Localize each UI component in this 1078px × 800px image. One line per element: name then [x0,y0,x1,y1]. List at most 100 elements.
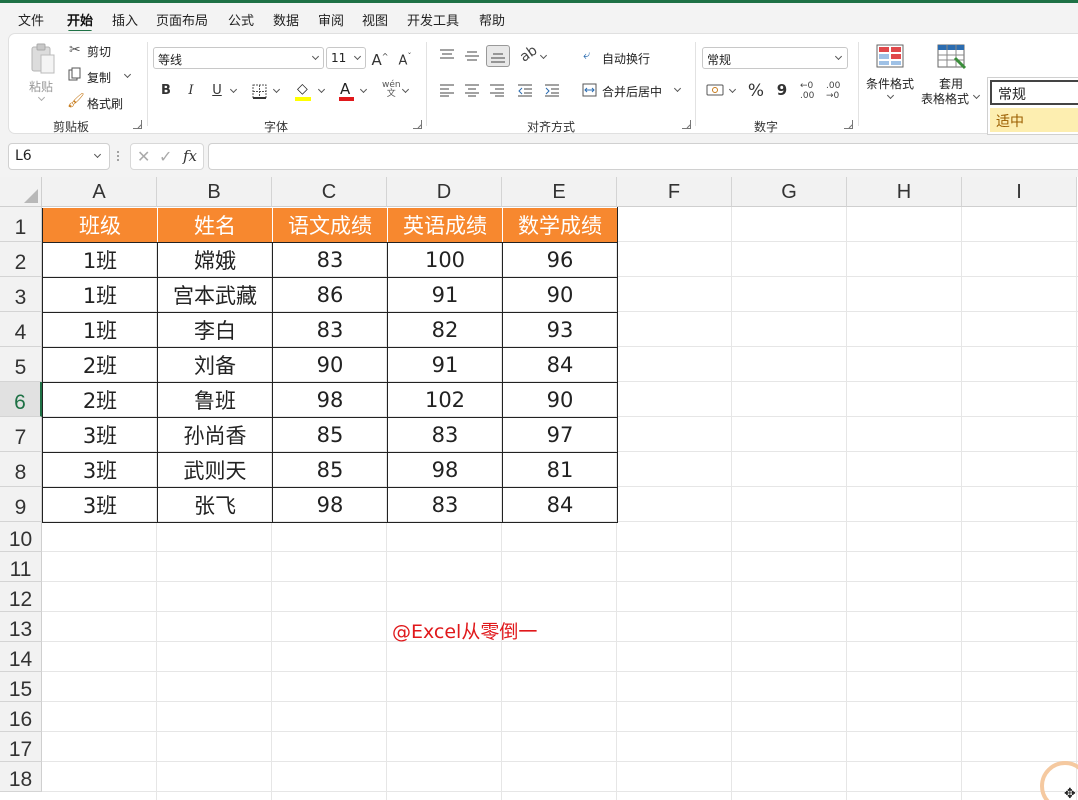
column-header-e[interactable]: E [502,177,617,207]
conditional-formatting-dropdown-icon[interactable] [886,91,895,100]
style-neutral[interactable]: 适中 [990,108,1078,132]
number-format-combo[interactable]: 常规 [702,47,848,69]
font-color-icon[interactable]: A [340,80,350,98]
cell[interactable]: 90 [272,347,388,383]
shrink-font-button[interactable]: Aˇ [394,46,416,68]
copy-button[interactable]: 复制 [87,69,111,86]
accounting-dropdown-icon[interactable] [728,85,737,94]
name-box[interactable]: L6 [8,143,110,170]
cell[interactable]: 86 [272,277,388,313]
row-header-5[interactable]: 5 [0,347,42,382]
orientation-icon[interactable]: ab [517,42,540,65]
tab-file[interactable]: 文件 [18,10,44,29]
cell[interactable]: 98 [272,382,388,418]
row-header-2[interactable]: 2 [0,242,42,277]
tab-help[interactable]: 帮助 [479,10,505,29]
fill-color-dropdown-icon[interactable] [317,85,326,94]
cell[interactable]: 嫦娥 [157,242,273,278]
header-cell[interactable]: 姓名 [157,207,273,243]
cell[interactable]: 91 [387,347,503,383]
enter-icon[interactable]: ✓ [159,147,172,166]
increase-decimal-icon[interactable]: ←0 .00 [800,81,814,101]
cell[interactable]: 84 [502,347,618,383]
cell[interactable]: 83 [387,487,503,523]
row-header-1[interactable]: 1 [0,207,42,242]
decrease-indent-icon[interactable] [517,83,533,97]
format-as-table-dropdown-icon[interactable] [972,91,981,100]
cut-button[interactable]: 剪切 [87,43,111,60]
column-header-c[interactable]: C [272,177,387,207]
column-header-f[interactable]: F [617,177,732,207]
alignment-launcher-icon[interactable] [682,120,691,129]
column-header-d[interactable]: D [387,177,502,207]
row-header-9[interactable]: 9 [0,487,42,522]
paste-dropdown-icon[interactable] [37,93,46,102]
cell[interactable]: 李白 [157,312,273,348]
row-header-8[interactable]: 8 [0,452,42,487]
percent-style-button[interactable]: % [745,80,767,102]
tab-view[interactable]: 视图 [362,10,388,29]
cell[interactable]: 82 [387,312,503,348]
cell[interactable]: 85 [272,452,388,488]
cell[interactable]: 83 [272,242,388,278]
row-header-4[interactable]: 4 [0,312,42,347]
cell[interactable]: 武则天 [157,452,273,488]
paste-button[interactable]: 粘贴 [29,78,53,95]
grow-font-button[interactable]: A^ [369,46,391,69]
italic-button[interactable]: I [180,80,202,102]
align-right-icon[interactable] [489,83,505,97]
cancel-icon[interactable]: ✕ [137,147,150,166]
tab-page-layout[interactable]: 页面布局 [156,10,208,29]
bold-button[interactable]: B [155,80,177,102]
cell[interactable]: 1班 [42,277,158,313]
tab-review[interactable]: 审阅 [318,10,344,29]
row-header-3[interactable]: 3 [0,277,42,312]
header-cell[interactable]: 数学成绩 [502,207,618,243]
column-header-i[interactable]: I [962,177,1077,207]
align-bottom-icon[interactable] [486,45,510,67]
font-launcher-icon[interactable] [413,120,422,129]
cell[interactable]: 83 [387,417,503,453]
align-middle-icon[interactable] [464,48,480,62]
cell[interactable]: 90 [502,382,618,418]
header-cell[interactable]: 英语成绩 [387,207,503,243]
underline-dropdown-icon[interactable] [229,85,238,94]
formula-input[interactable] [208,143,1078,170]
column-header-g[interactable]: G [732,177,847,207]
paste-icon[interactable] [29,42,57,76]
cell[interactable]: 98 [387,452,503,488]
cell[interactable]: 100 [387,242,503,278]
insert-function-button[interactable]: fx [183,147,197,165]
cell[interactable]: 宫本武藏 [157,277,273,313]
row-header-18[interactable]: 18 [0,762,42,792]
row-header-15[interactable]: 15 [0,672,42,702]
cell[interactable]: 3班 [42,452,158,488]
formula-bar-splitter-icon[interactable] [117,148,119,164]
tab-data[interactable]: 数据 [273,10,299,29]
font-color-dropdown-icon[interactable] [359,85,368,94]
decrease-decimal-icon[interactable]: .00 →0 [826,81,840,101]
cell[interactable]: 张飞 [157,487,273,523]
select-all-button[interactable] [0,177,42,207]
tab-formulas[interactable]: 公式 [228,10,254,29]
cell[interactable]: 1班 [42,312,158,348]
row-header-11[interactable]: 11 [0,552,42,582]
cell[interactable]: 1班 [42,242,158,278]
cell[interactable]: 3班 [42,417,158,453]
align-left-icon[interactable] [439,83,455,97]
phonetic-dropdown-icon[interactable] [401,85,410,94]
cell[interactable]: 刘备 [157,347,273,383]
row-header-13[interactable]: 13 [0,612,42,642]
cell[interactable]: 3班 [42,487,158,523]
align-top-icon[interactable] [439,48,455,62]
wrap-text-button[interactable]: 自动换行 [602,50,650,67]
merge-center-button[interactable]: 合并后居中 [602,83,662,100]
increase-indent-icon[interactable] [544,83,560,97]
accounting-format-icon[interactable] [706,83,724,97]
cell[interactable]: 102 [387,382,503,418]
font-name-combo[interactable]: 等线 [153,47,324,69]
cell[interactable]: 85 [272,417,388,453]
cell[interactable]: 83 [272,312,388,348]
comma-style-button[interactable]: 9 [771,79,793,101]
tab-insert[interactable]: 插入 [112,10,138,29]
